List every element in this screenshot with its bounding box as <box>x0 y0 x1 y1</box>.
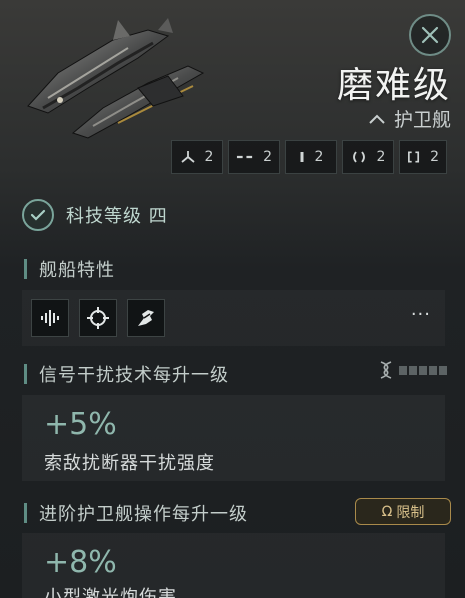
trait-targeting-button[interactable] <box>79 299 117 337</box>
traits-bar: ··· <box>22 290 445 346</box>
bonus-2-title: 进阶护卫舰操作每升一级 <box>39 504 248 525</box>
traits-heading-label: 舰船特性 <box>39 260 115 281</box>
traits-heading: 舰船特性 <box>24 256 115 282</box>
low-slot-icon <box>408 151 420 163</box>
tech-level-label: 科技等级 四 <box>66 206 168 227</box>
check-icon <box>22 199 54 231</box>
high-slot-icon <box>300 152 304 162</box>
frigate-class-icon <box>369 114 385 124</box>
slot-turret-count: 2 <box>204 149 214 165</box>
ship-class: 护卫舰 <box>368 105 451 132</box>
section-marker <box>24 259 27 279</box>
slot-low: 2 <box>399 140 447 174</box>
restriction-label: 限制 <box>396 504 425 521</box>
skill-pip <box>409 365 417 375</box>
skill-dna-icon <box>380 361 392 379</box>
ship-name: 磨难级 <box>336 65 451 106</box>
laser-weapon-icon <box>138 310 154 326</box>
bonus-2-desc: 小型激光炮伤害 <box>44 587 177 598</box>
ship-class-label: 护卫舰 <box>393 109 451 131</box>
omega-icon: Ω <box>381 503 393 520</box>
close-icon <box>421 26 439 44</box>
slot-high-count: 2 <box>314 149 324 165</box>
skill-pip <box>399 365 407 375</box>
ship-info-panel: 磨难级 护卫舰 2 2 2 2 2 科技等级 四 舰船特性 ··· 信号干扰技术… <box>0 0 465 598</box>
trait-weapon-button[interactable] <box>127 299 165 337</box>
slot-summary: 2 2 2 2 2 <box>171 140 447 174</box>
mid-slot-icon <box>352 151 365 163</box>
bonus-2-value: +8% <box>44 545 117 580</box>
bonus-2-card: +8% 小型激光炮伤害 <box>22 533 445 598</box>
turret-hardpoint-icon <box>180 151 195 163</box>
signal-jammer-icon <box>41 310 59 326</box>
close-button[interactable] <box>409 14 451 56</box>
slot-launcher: 2 <box>228 140 280 174</box>
slot-low-count: 2 <box>430 149 439 165</box>
skill-pip <box>419 365 427 375</box>
skill-level-pips <box>399 365 447 375</box>
bonus-1-title: 信号干扰技术每升一级 <box>39 365 229 386</box>
bonus-1-card: +5% 索敌扰断器干扰强度 <box>22 395 445 481</box>
skill-pip <box>429 365 437 375</box>
tech-level: 科技等级 四 <box>22 199 168 231</box>
slot-mid: 2 <box>342 140 394 174</box>
skill-level-indicator[interactable] <box>379 361 447 379</box>
bonus-1-value: +5% <box>44 407 117 442</box>
bonus-2-heading: 进阶护卫舰操作每升一级 <box>24 500 248 526</box>
launcher-hardpoint-icon <box>236 155 253 159</box>
crosshair-icon <box>87 307 109 329</box>
slot-mid-count: 2 <box>376 149 386 165</box>
trait-ewar-button[interactable] <box>31 299 69 337</box>
ship-image <box>27 18 205 139</box>
slot-turret: 2 <box>171 140 223 174</box>
section-marker <box>24 503 27 523</box>
slot-high: 2 <box>285 140 337 174</box>
section-marker <box>24 364 27 384</box>
restriction-badge[interactable]: Ω 限制 <box>355 498 451 525</box>
skill-pip <box>439 365 447 375</box>
slot-launcher-count: 2 <box>263 149 272 165</box>
bonus-1-heading: 信号干扰技术每升一级 <box>24 361 229 387</box>
more-options-button[interactable]: ··· <box>411 304 431 325</box>
bonus-1-desc: 索敌扰断器干扰强度 <box>44 453 215 474</box>
